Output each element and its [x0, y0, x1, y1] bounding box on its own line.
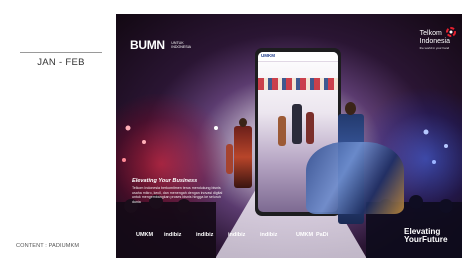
- telkom-name-2: Indonesia: [419, 37, 450, 45]
- partner-logo-padi: PaDi: [316, 232, 329, 238]
- screen-model-3: [278, 116, 286, 146]
- divider: [20, 52, 102, 53]
- slogan-block: Elevating Your Business Telkom Indonesia…: [132, 178, 227, 204]
- period-label: JAN - FEB: [37, 57, 85, 68]
- model-featured-cape: [306, 142, 404, 214]
- partner-logo-indibiz: indibiz: [260, 232, 278, 238]
- app-logo: UMKM: [261, 53, 275, 58]
- screen-model-1: [292, 104, 302, 144]
- screen-model-2: [306, 112, 314, 144]
- campaign-poster: BUMN UNTUK INDONESIA Telkom Indonesia th…: [116, 14, 462, 258]
- side-panel: JAN - FEB CONTENT : PADIUMKM: [0, 0, 116, 264]
- slogan-body: Telkom Indonesia berkomitmen terus mendu…: [132, 186, 223, 204]
- content-credit: CONTENT : PADIUMKM: [16, 243, 80, 249]
- partner-logo-indibiz: indibiz: [228, 232, 246, 238]
- bunting-flags: [258, 78, 338, 90]
- telkom-swirl-icon: [445, 27, 456, 37]
- partner-logo-umkm: UMKM: [296, 232, 314, 238]
- model-small-1: [226, 144, 233, 174]
- elevating-your-future: Elevating YourFuture: [404, 227, 448, 244]
- partner-logo-umkm: UMKM: [136, 232, 154, 238]
- model-featured-head: [345, 102, 356, 115]
- bumn-logo-sub-2: INDONESIA: [171, 45, 192, 49]
- elevating-line-2: YourFuture: [404, 235, 448, 244]
- slogan-title: Elevating Your Business: [132, 178, 198, 184]
- bumn-logo-word: BUMN: [130, 38, 165, 52]
- partner-logo-indibiz: indibiz: [164, 232, 182, 238]
- model-left-head: [239, 118, 247, 127]
- telkom-tagline: the world in your hand: [419, 46, 450, 50]
- model-left: [234, 126, 252, 188]
- phone-screen-header: UMKM: [258, 52, 338, 62]
- bumn-logo: BUMN UNTUK INDONESIA: [130, 36, 191, 54]
- bumn-logo-sub: UNTUK INDONESIA: [171, 41, 191, 49]
- telkom-logo: Telkom Indonesia the world in your hand: [419, 27, 456, 50]
- partner-logo-indibiz: indibiz: [196, 232, 214, 238]
